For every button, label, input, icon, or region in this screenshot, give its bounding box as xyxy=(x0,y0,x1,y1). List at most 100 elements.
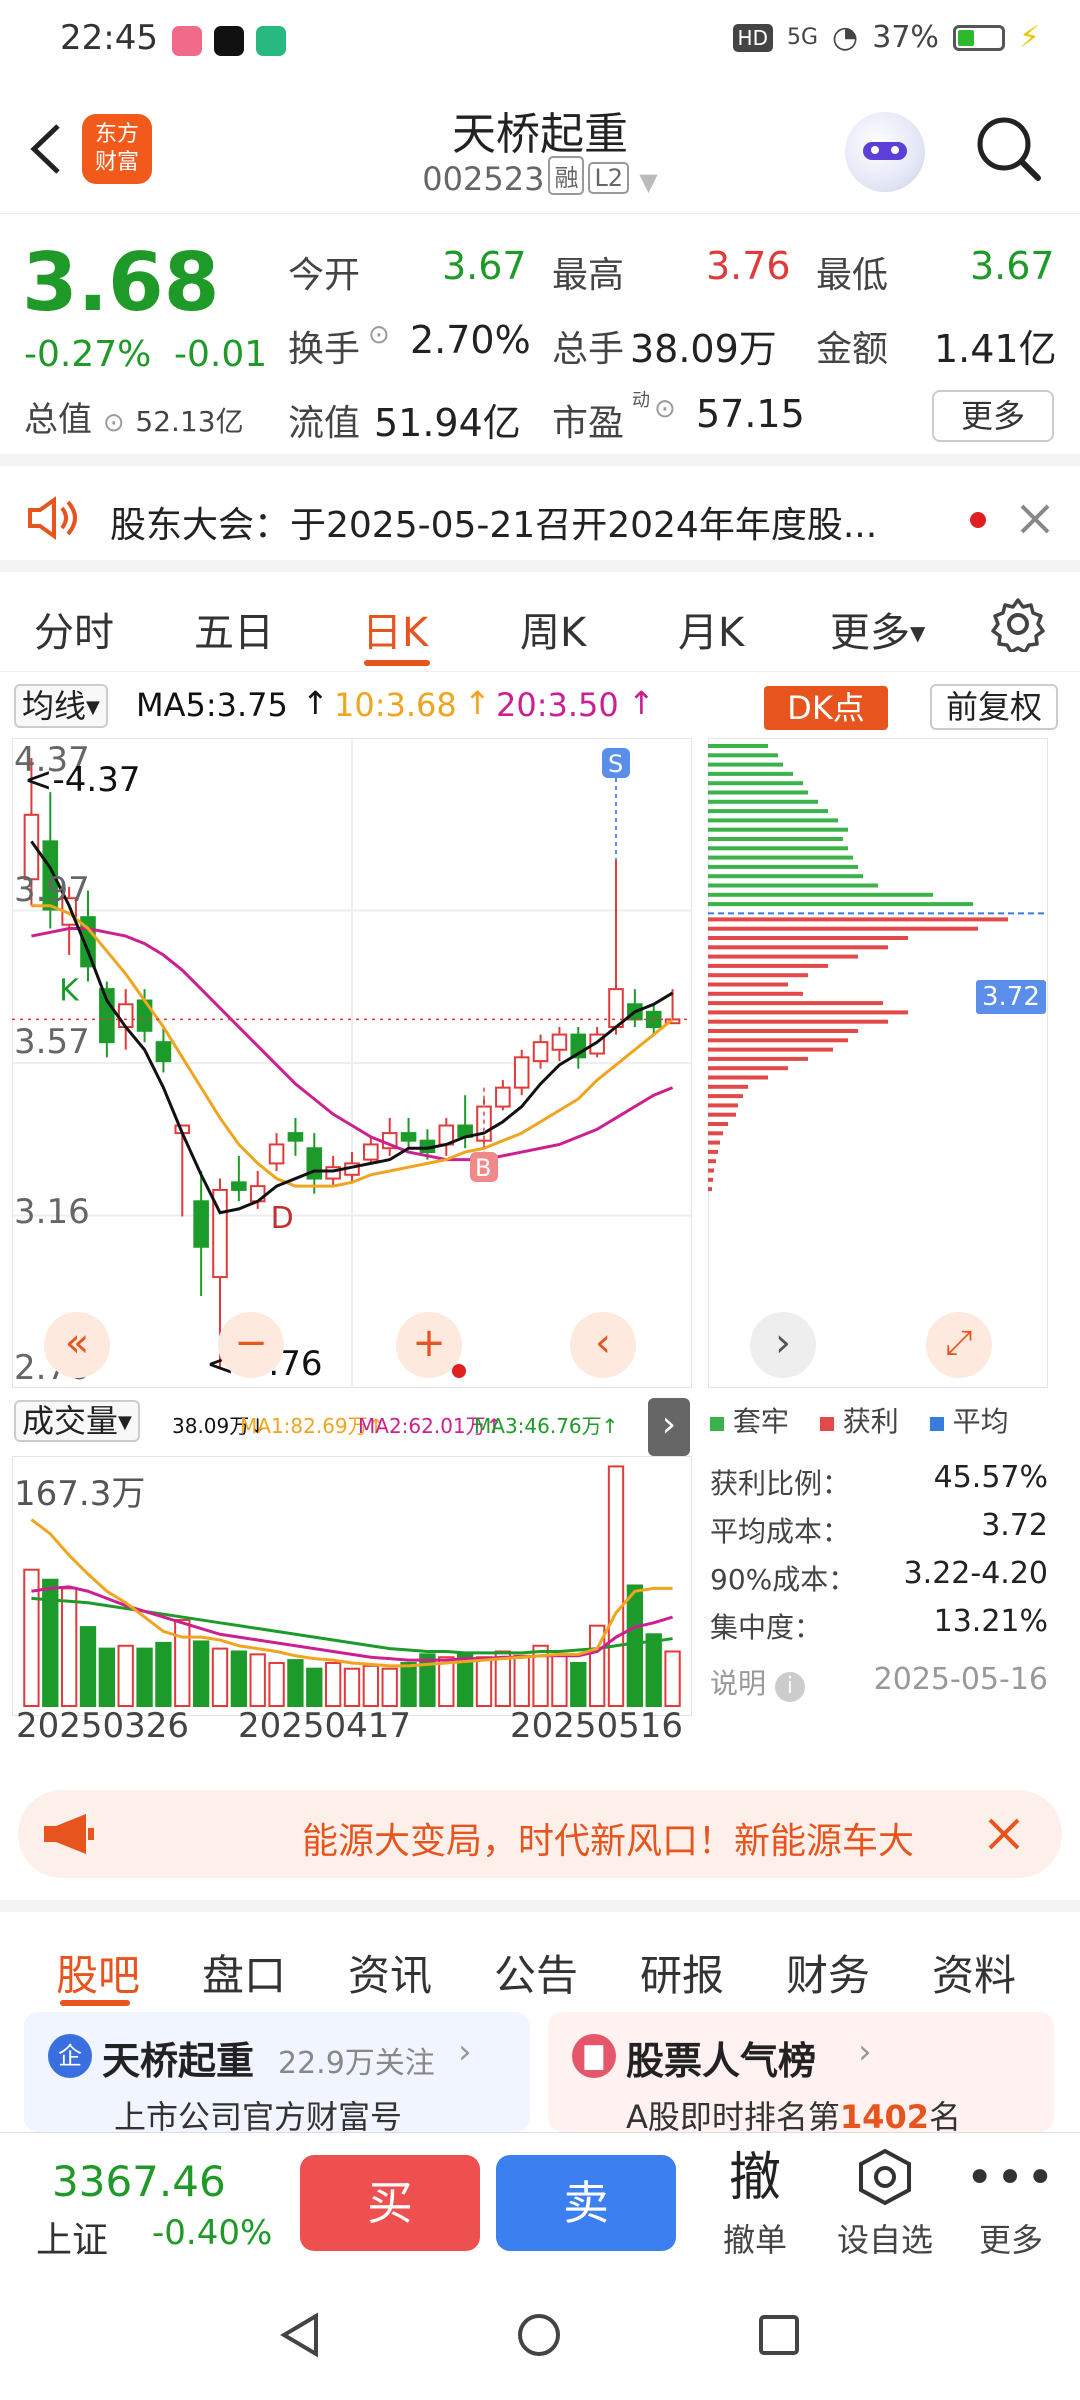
index-change: -0.40% xyxy=(152,2213,273,2253)
buy-button[interactable]: 买 xyxy=(300,2155,480,2251)
s-marker: S xyxy=(608,750,623,778)
candle-body xyxy=(155,1041,172,1063)
amount-label: 金额 xyxy=(816,329,889,370)
megaphone-icon xyxy=(42,1810,98,1858)
expand-indicator-button[interactable]: › xyxy=(648,1398,690,1456)
info-icon[interactable]: ⊙ xyxy=(654,394,676,424)
indicator-type-label: 均线 xyxy=(22,687,87,725)
candle-body xyxy=(495,1086,511,1108)
scroll-left-button[interactable]: ‹ xyxy=(570,1312,636,1378)
chip-bar-trapped xyxy=(708,753,778,758)
add-watchlist-button[interactable]: 设自选 xyxy=(830,2147,940,2261)
tab-monthly-k[interactable]: 月K xyxy=(678,600,744,658)
tab-weekly-k[interactable]: 周K xyxy=(520,600,586,658)
follower-count: 22.9万关注 xyxy=(278,2046,435,2081)
dk-point-button[interactable]: DK点 xyxy=(764,686,888,730)
chip-bar-profit xyxy=(708,1001,883,1006)
nav-back-icon[interactable] xyxy=(278,2312,324,2358)
chip-bar-profit xyxy=(708,991,803,996)
volume-bar xyxy=(475,1656,493,1707)
adjust-mode-button[interactable]: 前复权 xyxy=(930,684,1058,730)
profit-ratio-label: 获利比例： xyxy=(710,1467,851,1500)
tab-orderbook[interactable]: 盘口 xyxy=(202,1942,286,2003)
volume-bar xyxy=(230,1650,248,1708)
zoom-out-button[interactable]: − xyxy=(218,1312,284,1378)
tab-research[interactable]: 研报 xyxy=(640,1942,724,2003)
volume-type-select[interactable]: 成交量▼ xyxy=(14,1400,140,1442)
cancel-order-button[interactable]: 撤 撤单 xyxy=(700,2147,810,2261)
scroll-left-fast-button[interactable]: « xyxy=(44,1312,110,1378)
active-tab-indicator xyxy=(60,2000,130,2006)
company-account-card[interactable]: 企 天桥起重 22.9万关注 › 上市公司官方财富号 xyxy=(24,2012,530,2136)
caret-down-icon: ▼ xyxy=(639,168,658,196)
b-marker: B xyxy=(475,1154,491,1182)
notice-bar[interactable]: 股东大会：于2025-05-21召开2024年年度股... xyxy=(0,466,1080,572)
chip-bar-profit xyxy=(708,1056,808,1061)
chip-legend: 套牢 获利 平均 xyxy=(710,1400,1009,1440)
close-icon[interactable] xyxy=(986,1816,1022,1852)
volume-max-label: 167.3万 xyxy=(14,1474,146,1514)
chip-frame xyxy=(708,738,1048,1388)
tab-intraday[interactable]: 分时 xyxy=(34,600,114,658)
promo-banner[interactable]: 能源大变局，时代新风口！新能源车大 xyxy=(18,1790,1062,1878)
tab-daily-k[interactable]: 日K xyxy=(362,600,428,658)
volume-bar xyxy=(306,1667,323,1708)
popularity-rank-card[interactable]: ▇ 股票人气榜 › A股即时排名第1402名 xyxy=(548,2012,1054,2136)
close-icon[interactable] xyxy=(1018,502,1052,536)
chip-note-link[interactable]: 说明 i xyxy=(710,1662,805,1702)
wifi-icon: ◔ xyxy=(832,20,859,55)
chip-bar-profit xyxy=(708,1131,723,1136)
tab-announcements[interactable]: 公告 xyxy=(494,1942,578,2003)
search-icon[interactable] xyxy=(974,114,1044,184)
robot-assistant-icon[interactable] xyxy=(845,112,925,192)
indicator-type-select[interactable]: 均线▼ xyxy=(14,684,108,728)
period-tabs: 分时 五日 日K 周K 月K 更多▼ xyxy=(0,572,1080,672)
y-tick-label: 3.16 xyxy=(14,1192,90,1232)
chip-scroll-right-button[interactable]: › xyxy=(750,1312,816,1378)
candle-body xyxy=(231,1181,247,1191)
active-tab-indicator xyxy=(364,660,430,666)
pe-label: 市盈 xyxy=(552,403,625,444)
battery-icon xyxy=(952,24,1005,51)
chip-bar-profit xyxy=(708,1149,718,1154)
stock-header: 东方 财富 天桥起重 002523 融 L2 ▼ xyxy=(0,84,1080,214)
chip-bar-profit xyxy=(708,1103,738,1108)
volume-bar xyxy=(324,1661,342,1707)
sell-button[interactable]: 卖 xyxy=(496,2155,676,2251)
info-icon[interactable]: ⊙ xyxy=(368,320,390,350)
nav-home-icon[interactable] xyxy=(516,2312,562,2358)
profit-ratio-value: 45.57% xyxy=(933,1460,1048,1495)
tab-five-day[interactable]: 五日 xyxy=(194,600,274,658)
more-quote-button[interactable]: 更多 xyxy=(932,390,1054,442)
tab-more-periods[interactable]: 更多▼ xyxy=(830,600,925,658)
avg-cost-value: 3.72 xyxy=(981,1508,1048,1543)
kline-chart[interactable]: K D S B xyxy=(12,738,692,1388)
hexagon-icon xyxy=(830,2147,940,2209)
volume-bar xyxy=(98,1647,116,1708)
banner-text: 能源大变局，时代新风口！新能源车大 xyxy=(302,1821,915,1862)
more-actions-button[interactable]: ••• 更多 xyxy=(956,2147,1066,2261)
info-icon[interactable]: ⊙ xyxy=(103,408,125,438)
speaker-icon xyxy=(26,496,82,540)
content-tabs: 股吧 盘口 资讯 公告 研报 财务 资料 xyxy=(0,1900,1080,2006)
app-notification-icon xyxy=(256,26,286,56)
expand-icon[interactable]: ⤢ xyxy=(926,1312,992,1378)
settings-gear-icon[interactable] xyxy=(990,596,1046,654)
tab-profile[interactable]: 资料 xyxy=(932,1942,1016,2003)
chip-bar-profit xyxy=(708,1187,712,1192)
unread-dot xyxy=(970,512,986,528)
legend-trapped: 套牢 xyxy=(732,1405,789,1438)
index-value[interactable]: 3367.46 xyxy=(52,2157,226,2206)
k-marker: K xyxy=(59,973,80,1008)
tab-financials[interactable]: 财务 xyxy=(786,1942,870,2003)
chip-distribution-chart[interactable] xyxy=(708,738,1048,1388)
chip-bar-profit xyxy=(708,1094,743,1099)
nav-recents-icon[interactable] xyxy=(756,2312,802,2358)
tab-news[interactable]: 资讯 xyxy=(348,1942,432,2003)
chip-bar-profit xyxy=(708,963,828,968)
volume-label: 总手 xyxy=(552,329,625,370)
legend-average: 平均 xyxy=(952,1405,1009,1438)
high-label: 最高 xyxy=(552,255,625,296)
chip-bar-trapped xyxy=(708,818,838,823)
tab-forum[interactable]: 股吧 xyxy=(56,1942,140,2003)
